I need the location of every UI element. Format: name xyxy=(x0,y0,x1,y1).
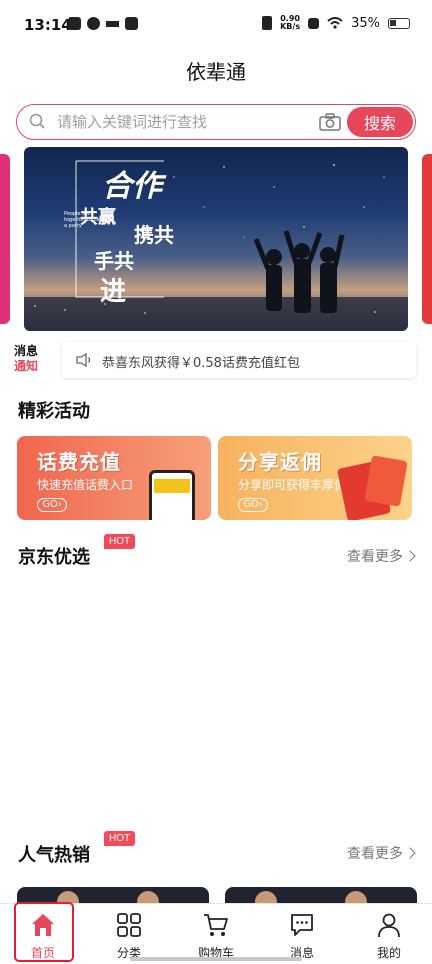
share-card[interactable]: 分享返佣 分享即可获得丰厚佣金 GO› xyxy=(218,436,412,520)
notice-text: 恭喜东风获得￥0.58话费充值红包 xyxy=(102,356,300,371)
red-envelope-illustration-2 xyxy=(364,455,408,507)
recharge-go-button[interactable]: GO› xyxy=(37,498,67,512)
notice-logo-line-1: 消息 xyxy=(14,344,39,358)
net-speed-unit: KB/s xyxy=(280,22,301,31)
net-speed: 0.90 KB/s xyxy=(280,15,300,31)
tab-cart[interactable]: 购物车 xyxy=(173,904,259,964)
battery-percent: 35% xyxy=(351,15,380,31)
page-title: 依辈通 xyxy=(186,60,246,84)
banner-illustration xyxy=(24,160,408,331)
jd-see-more-label: 查看更多 xyxy=(347,549,403,565)
vibrate-icon xyxy=(262,16,273,30)
recharge-card-subtitle: 快速充值话费入口 xyxy=(37,478,134,492)
section-title-activities: 精彩活动 xyxy=(18,401,90,421)
search-button[interactable]: 搜索 xyxy=(347,107,413,137)
banner-prev-peek[interactable] xyxy=(0,154,10,324)
notice-marquee[interactable]: 恭喜东风获得￥0.58话费充值红包 xyxy=(62,342,416,378)
banner-line-4: 进 xyxy=(100,277,127,307)
share-go-button[interactable]: GO› xyxy=(238,498,268,512)
home-indicator[interactable] xyxy=(130,957,302,961)
tab-profile-label: 我的 xyxy=(376,946,401,960)
search-input[interactable] xyxy=(57,111,277,133)
tab-category[interactable]: 分类 xyxy=(86,904,172,964)
mail-icon xyxy=(125,17,138,30)
banner-line-3: 手共 xyxy=(94,249,134,273)
camera-icon[interactable] xyxy=(319,113,341,131)
tiktok-icon xyxy=(68,17,81,30)
speaker-icon xyxy=(76,353,91,367)
app-notification-icon xyxy=(87,17,100,30)
promo-banner[interactable]: 合作 共赢 携共 手共 进 People are together to cal… xyxy=(24,147,408,331)
jd-hot-badge: HOT xyxy=(104,534,136,549)
chevron-right-icon xyxy=(404,550,416,562)
popular-see-more-link[interactable]: 查看更多 xyxy=(347,843,416,863)
section-title-jd: 京东优选 xyxy=(18,547,90,567)
banner-title: 合作 xyxy=(102,170,162,203)
phone-illustration xyxy=(149,470,195,520)
chat-icon xyxy=(291,914,313,936)
grid-icon xyxy=(117,913,141,937)
status-right: 0.90 KB/s 35% xyxy=(262,15,410,31)
battery-icon xyxy=(388,17,410,29)
banner-caption: People are together to call a party xyxy=(64,211,103,229)
share-card-title: 分享返佣 xyxy=(238,452,322,474)
notice-logo-line-2: 通知 xyxy=(14,359,39,373)
crown-icon xyxy=(106,17,119,27)
popular-see-more-label: 查看更多 xyxy=(347,846,403,862)
notification-icons xyxy=(68,17,138,30)
status-time: 13:14 xyxy=(24,16,72,34)
search-icon xyxy=(29,113,45,129)
cart-icon xyxy=(204,914,228,936)
wifi-icon xyxy=(327,17,343,29)
search-bar[interactable]: 搜索 xyxy=(16,104,416,140)
user-icon xyxy=(378,913,400,938)
recharge-go-label: GO xyxy=(42,499,58,510)
recharge-card[interactable]: 话费充值 快速充值话费入口 GO› xyxy=(17,436,211,520)
status-bar: 13:14 0.90 KB/s 35% xyxy=(0,0,432,48)
tab-profile[interactable]: 我的 xyxy=(346,904,432,964)
banner-next-peek[interactable] xyxy=(422,154,432,324)
tab-messages[interactable]: 消息 xyxy=(259,904,345,964)
popular-hot-badge: HOT xyxy=(104,831,136,846)
jd-see-more-link[interactable]: 查看更多 xyxy=(347,546,416,566)
no-sim-icon xyxy=(308,17,320,29)
section-title-popular: 人气热销 xyxy=(18,845,90,865)
recharge-card-title: 话费充值 xyxy=(37,452,121,474)
banner-line-2: 携共 xyxy=(134,223,174,247)
active-tab-highlight xyxy=(14,902,74,962)
chevron-right-icon xyxy=(404,847,416,859)
share-go-label: GO xyxy=(243,499,259,510)
notice-logo: 消息 通知 xyxy=(14,344,50,374)
